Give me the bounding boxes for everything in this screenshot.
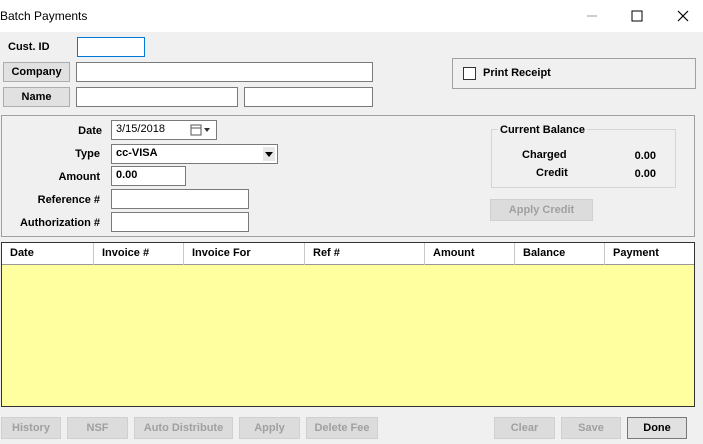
authorization-input[interactable]	[111, 212, 249, 232]
column-header-balance[interactable]: Balance	[515, 243, 605, 265]
minimize-icon	[587, 15, 597, 17]
reference-label: Reference #	[37, 194, 100, 206]
company-button[interactable]: Company	[3, 62, 70, 82]
column-header-ref-number[interactable]: Ref #	[305, 243, 425, 265]
column-header-payment[interactable]: Payment	[605, 243, 694, 265]
charged-label: Charged	[522, 149, 567, 161]
title-bar: Batch Payments	[0, 0, 703, 32]
grid-header: Date Invoice # Invoice For Ref # Amount …	[2, 243, 694, 265]
cust-id-label: Cust. ID	[8, 41, 50, 53]
last-name-input[interactable]	[244, 87, 373, 107]
type-select[interactable]: cc-VISA	[111, 144, 278, 164]
close-icon	[677, 10, 689, 22]
type-label: Type	[75, 148, 100, 160]
amount-label: Amount	[58, 171, 100, 183]
clear-button[interactable]: Clear	[494, 417, 555, 439]
nsf-button[interactable]: NSF	[67, 417, 128, 439]
date-label: Date	[78, 125, 102, 137]
column-header-date[interactable]: Date	[2, 243, 94, 265]
print-receipt-panel: Print Receipt	[452, 58, 696, 89]
credit-label: Credit	[536, 167, 568, 179]
delete-fee-button[interactable]: Delete Fee	[306, 417, 378, 439]
authorization-label: Authorization #	[19, 217, 100, 229]
column-header-invoice-number[interactable]: Invoice #	[94, 243, 184, 265]
history-button[interactable]: History	[1, 417, 61, 439]
auto-distribute-button[interactable]: Auto Distribute	[134, 417, 233, 439]
first-name-input[interactable]	[76, 87, 238, 107]
print-receipt-label: Print Receipt	[483, 67, 551, 79]
calendar-icon[interactable]	[190, 124, 212, 139]
maximize-button[interactable]	[614, 0, 660, 32]
apply-credit-button[interactable]: Apply Credit	[490, 199, 593, 221]
chevron-down-icon[interactable]	[263, 147, 275, 161]
name-button[interactable]: Name	[3, 87, 70, 107]
credit-value: 0.00	[634, 168, 656, 180]
type-value: cc-VISA	[116, 147, 158, 159]
invoice-grid[interactable]: Date Invoice # Invoice For Ref # Amount …	[1, 242, 695, 407]
minimize-button[interactable]	[569, 0, 615, 32]
column-header-invoice-for[interactable]: Invoice For	[184, 243, 305, 265]
reference-input[interactable]	[111, 189, 249, 209]
amount-input[interactable]: 0.00	[111, 166, 186, 186]
save-button[interactable]: Save	[561, 417, 621, 439]
date-value: 3/15/2018	[116, 123, 165, 135]
maximize-icon	[631, 10, 643, 22]
current-balance-title: Current Balance	[498, 124, 587, 136]
date-picker[interactable]: 3/15/2018	[111, 120, 217, 140]
apply-button[interactable]: Apply	[239, 417, 300, 439]
charged-value: 0.00	[634, 150, 656, 162]
cust-id-input[interactable]	[77, 37, 145, 57]
done-button[interactable]: Done	[627, 417, 687, 439]
close-button[interactable]	[660, 0, 703, 32]
window-title: Batch Payments	[0, 9, 88, 23]
column-header-amount[interactable]: Amount	[425, 243, 515, 265]
print-receipt-checkbox[interactable]	[463, 67, 476, 80]
company-input[interactable]	[76, 62, 373, 82]
